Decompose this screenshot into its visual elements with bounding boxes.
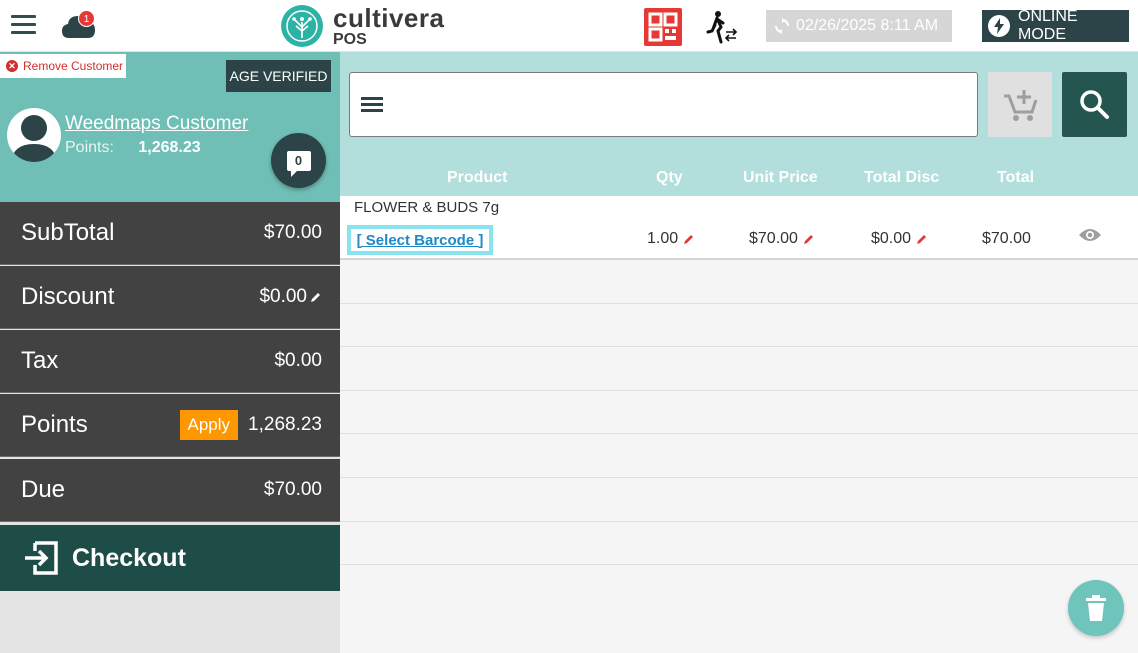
datetime-text: 02/26/2025 8:11 AM (796, 17, 939, 34)
qty-cell[interactable]: 1.00 (647, 230, 695, 248)
datetime-sync-display[interactable]: 02/26/2025 8:11 AM (766, 10, 952, 42)
walking-person-icon (706, 11, 738, 44)
unit-price-cell[interactable]: $70.00 (749, 230, 815, 248)
qr-code-icon (648, 12, 678, 42)
points-label: Points: (65, 139, 114, 156)
due-label: Due (21, 476, 66, 503)
qty-value: 1.00 (647, 230, 679, 247)
row-divider (340, 346, 1138, 347)
due-value: $70.00 (263, 479, 322, 500)
cart-panel: Product Qty Unit Price Total Disc Total … (340, 52, 1138, 653)
points-row-value: 1,268.23 (248, 414, 322, 435)
person-icon (11, 115, 57, 162)
top-bar: 1 cultivera POS 02/26/2025 8:11 AM ONLIN… (0, 0, 1138, 52)
points-row-label: Points (21, 411, 88, 438)
col-total-disc: Total Disc (864, 169, 940, 186)
col-unit-price: Unit Price (743, 169, 818, 186)
product-name: FLOWER & BUDS 7g (354, 199, 500, 216)
qr-code-button[interactable] (644, 8, 682, 46)
remove-customer-button[interactable]: ✕ Remove Customer (0, 54, 126, 78)
pencil-icon[interactable] (803, 233, 815, 245)
subtotal-label: SubTotal (21, 219, 115, 246)
list-menu-icon[interactable] (361, 97, 383, 115)
due-row: Due $70.00 (0, 459, 340, 522)
row-divider (340, 303, 1138, 304)
pencil-icon[interactable] (683, 233, 695, 245)
logo-sub: POS (333, 30, 367, 48)
trash-icon (1086, 595, 1106, 621)
pencil-icon[interactable] (310, 291, 322, 303)
online-mode-label: ONLINE MODE (1018, 8, 1078, 43)
message-count: 0 (286, 150, 311, 177)
total-disc-value: $0.00 (871, 230, 912, 247)
customer-points: Points: 1,268.23 (65, 139, 201, 157)
col-total: Total (997, 169, 1035, 186)
select-barcode-link[interactable]: [ Select Barcode ] (357, 232, 484, 249)
customer-panel: ✕ Remove Customer AGE VERIFIED Weedmaps … (0, 52, 340, 202)
lightning-icon (988, 15, 1010, 37)
row-divider (340, 564, 1138, 565)
pencil-icon[interactable] (916, 233, 928, 245)
sync-icon (775, 18, 789, 34)
total-value: $70.00 (982, 230, 1031, 247)
online-mode-button[interactable]: ONLINE MODE (982, 8, 1129, 43)
row-divider (340, 433, 1138, 434)
tax-row: Tax $0.00 (0, 330, 340, 393)
checkout-button[interactable]: Checkout (0, 525, 340, 591)
message-button[interactable]: 0 (271, 133, 326, 188)
cultivera-logo: cultivera POS (281, 5, 444, 47)
search-button[interactable] (1062, 72, 1127, 137)
points-row: Points Apply 1,268.23 (0, 394, 340, 457)
left-panel: ✕ Remove Customer AGE VERIFIED Weedmaps … (0, 52, 340, 653)
clear-cart-button[interactable] (1068, 580, 1124, 636)
exit-to-app-icon (25, 541, 58, 575)
col-qty: Qty (656, 169, 683, 186)
add-shopping-cart-icon (1004, 90, 1038, 121)
apply-points-button[interactable]: Apply (179, 410, 239, 440)
eye-icon[interactable] (1078, 227, 1102, 243)
discount-row[interactable]: Discount $0.00 (0, 266, 340, 329)
tax-label: Tax (21, 347, 59, 374)
discount-value: $0.00 (259, 286, 307, 307)
cart-table-header: Product Qty Unit Price Total Disc Total (340, 158, 1138, 196)
search-icon (1080, 90, 1109, 119)
remove-customer-label: Remove Customer (23, 59, 124, 73)
avatar (7, 108, 61, 162)
tax-value: $0.00 (274, 350, 322, 371)
table-row: FLOWER & BUDS 7g [ Select Barcode ] 1.00… (340, 196, 1138, 260)
logo-mark-icon (281, 5, 323, 47)
add-to-cart-button[interactable] (988, 72, 1052, 137)
unit-price-value: $70.00 (749, 230, 798, 247)
product-search-input[interactable] (349, 72, 978, 137)
menu-icon[interactable] (11, 15, 36, 35)
search-bar (340, 52, 1138, 158)
discount-label: Discount (21, 283, 115, 310)
checkout-label: Checkout (72, 543, 186, 572)
subtotal-row: SubTotal $70.00 (0, 202, 340, 265)
logo-name: cultivera (333, 2, 445, 33)
total-disc-cell[interactable]: $0.00 (871, 230, 928, 248)
select-barcode-box: [ Select Barcode ] (347, 225, 493, 255)
customer-name-link[interactable]: Weedmaps Customer (65, 113, 248, 135)
age-verified-badge[interactable]: AGE VERIFIED (226, 60, 331, 92)
row-divider (340, 521, 1138, 522)
subtotal-value: $70.00 (263, 222, 322, 243)
row-divider (340, 390, 1138, 391)
col-product: Product (447, 169, 508, 186)
close-icon: ✕ (6, 60, 18, 72)
walk-in-customer-button[interactable] (704, 9, 740, 45)
points-value: 1,268.23 (138, 139, 201, 156)
notification-badge: 1 (78, 10, 95, 27)
row-divider (340, 477, 1138, 478)
total-cell: $70.00 (982, 230, 1031, 248)
